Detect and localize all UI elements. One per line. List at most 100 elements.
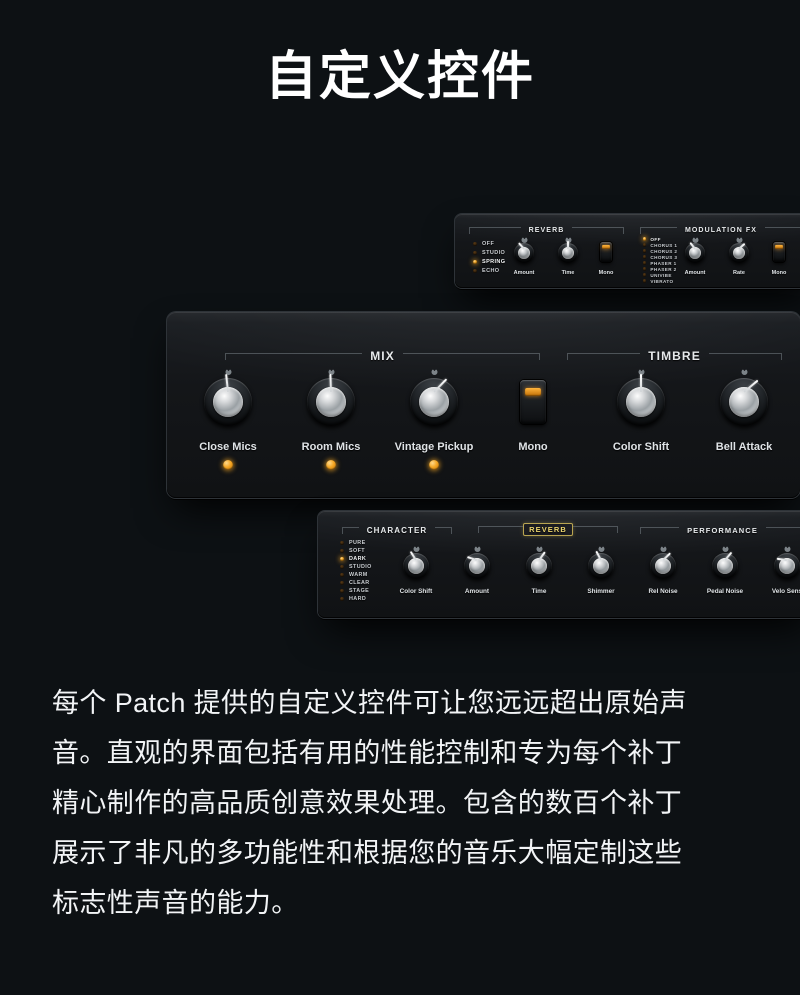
switch-lamp-icon	[524, 388, 542, 396]
selector-option-studio[interactable]: STUDIO	[473, 248, 506, 257]
section-header-modulation-fx: MODULATION FX	[640, 225, 800, 235]
led-icon	[340, 541, 344, 545]
knob-label-vintage-pickup: Vintage Pickup	[394, 441, 474, 453]
section-title: TIMBRE	[648, 349, 701, 363]
rule-right	[572, 525, 619, 533]
knob-label-character-color-shift: Color Shift	[399, 588, 433, 595]
knob-pointer	[567, 241, 569, 249]
selector-option-label: HARD	[349, 596, 367, 602]
section-header-reverb-highlight: REVERB	[478, 522, 619, 536]
knob-label-close-mics: Close Mics	[199, 441, 257, 453]
knob-label-reverb-amount-bottom: Amount	[464, 588, 490, 595]
rule-right	[402, 352, 541, 360]
switch-label-mix-mono: Mono	[518, 441, 548, 453]
knob-pedal-noise[interactable]	[708, 546, 742, 583]
selector-option-soft[interactable]: SOFT	[340, 547, 372, 555]
rule-right	[435, 526, 452, 534]
selector-option-label: CHORUS 1	[650, 242, 678, 248]
rule-left	[640, 226, 677, 234]
knob-character-color-shift[interactable]	[399, 546, 433, 583]
selector-option-label: CHORUS 3	[650, 254, 678, 260]
section-header-mix: MIX	[225, 349, 541, 363]
knob-label-velo-sens: Velo Sens	[771, 588, 800, 595]
knob-room-mics[interactable]	[301, 369, 361, 432]
selector-option-label: CLEAR	[349, 580, 370, 586]
selector-option-hard[interactable]: HARD	[340, 595, 372, 603]
section-title-highlighted: REVERB	[523, 522, 573, 536]
rule-right	[572, 226, 624, 234]
description-paragraph: 每个 Patch 提供的自定义控件可让您远远超出原始声音。直观的界面包括有用的性…	[52, 688, 687, 918]
knob-shimmer[interactable]	[584, 546, 618, 583]
led-icon	[643, 261, 647, 265]
switch-label-modulation-mono: Mono	[771, 270, 787, 276]
selector-option-vibrato[interactable]: VIBRATO	[643, 278, 677, 284]
selector-option-label: SPRING	[482, 258, 506, 265]
page-title: 自定义控件	[264, 48, 535, 106]
led-icon	[643, 279, 647, 283]
knob-reverb-amount-bottom[interactable]	[460, 546, 494, 583]
switch-mix-mono[interactable]	[520, 380, 546, 424]
rule-left	[478, 525, 524, 533]
knob-rel-noise[interactable]	[646, 546, 680, 583]
selector-modulation-mode[interactable]: OFF CHORUS 1 CHORUS 2 CHORUS 3 PHASER 1 …	[643, 236, 677, 284]
selector-option-label: STUDIO	[482, 249, 506, 256]
knob-close-mics[interactable]	[198, 369, 258, 432]
led-vintage-pickup-icon	[429, 460, 439, 470]
selector-option-studio[interactable]: STUDIO	[340, 563, 372, 571]
knob-reverb-amount[interactable]	[511, 237, 537, 266]
knob-label-bell-attack: Bell Attack	[715, 441, 773, 453]
selector-option-label: PHASER 1	[650, 260, 677, 266]
rule-right	[765, 526, 800, 534]
switch-reverb-mono[interactable]	[600, 242, 612, 262]
knob-velo-sens[interactable]	[770, 546, 800, 583]
rule-left	[640, 526, 680, 534]
selector-option-label: STAGE	[349, 588, 370, 594]
knob-label-shimmer: Shimmer	[587, 588, 615, 595]
led-icon	[643, 237, 647, 241]
section-title: PERFORMANCE	[687, 525, 758, 535]
knob-cap	[593, 558, 609, 574]
section-title: MODULATION FX	[684, 226, 758, 234]
rule-left	[342, 526, 359, 534]
selector-option-spring[interactable]: SPRING	[473, 257, 506, 266]
led-icon	[643, 249, 647, 253]
knob-cap	[408, 558, 424, 574]
switch-modulation-mono[interactable]	[773, 242, 785, 262]
selector-option-dark[interactable]: DARK	[340, 555, 372, 563]
rule-left	[567, 352, 641, 360]
knob-modulation-rate[interactable]	[726, 237, 752, 266]
section-header-timbre: TIMBRE	[567, 349, 783, 363]
knob-reverb-time[interactable]	[555, 237, 581, 266]
knob-cap	[518, 247, 530, 259]
selector-option-stage[interactable]: STAGE	[340, 587, 372, 595]
section-header-character: CHARACTER	[342, 525, 452, 535]
led-icon	[340, 549, 344, 553]
selector-option-pure[interactable]: PURE	[340, 539, 372, 547]
led-icon	[643, 267, 647, 271]
knob-label-rel-noise: Rel Noise	[648, 588, 678, 595]
section-title: REVERB	[528, 226, 565, 234]
selector-character[interactable]: PURE SOFT DARK STUDIO WARM CLEAR STAGE H…	[340, 539, 372, 603]
led-icon	[643, 243, 647, 247]
selector-option-label: OFF	[650, 236, 661, 242]
knob-bell-attack[interactable]	[714, 369, 774, 432]
section-title: MIX	[370, 349, 395, 363]
panel-reverb-modulation: REVERB OFF STUDIO SPRING ECHO Amount Tim…	[455, 214, 800, 288]
selector-option-clear[interactable]: CLEAR	[340, 579, 372, 587]
led-icon	[643, 273, 647, 277]
led-icon	[340, 557, 344, 561]
section-header-reverb: REVERB	[469, 225, 624, 235]
switch-label-reverb-mono: Mono	[598, 270, 614, 276]
selector-option-warm[interactable]: WARM	[340, 571, 372, 579]
knob-reverb-time-bottom[interactable]	[522, 546, 556, 583]
knob-vintage-pickup[interactable]	[404, 369, 464, 432]
knob-label-pedal-noise: Pedal Noise	[706, 588, 744, 595]
led-icon	[473, 259, 477, 264]
knob-modulation-amount[interactable]	[682, 237, 708, 266]
knob-color-shift[interactable]	[611, 369, 671, 432]
knob-label-color-shift: Color Shift	[612, 441, 670, 453]
selector-option-off[interactable]: OFF	[473, 239, 506, 248]
led-icon	[340, 597, 344, 601]
led-close-mics-icon	[223, 460, 233, 470]
led-icon	[643, 255, 647, 259]
